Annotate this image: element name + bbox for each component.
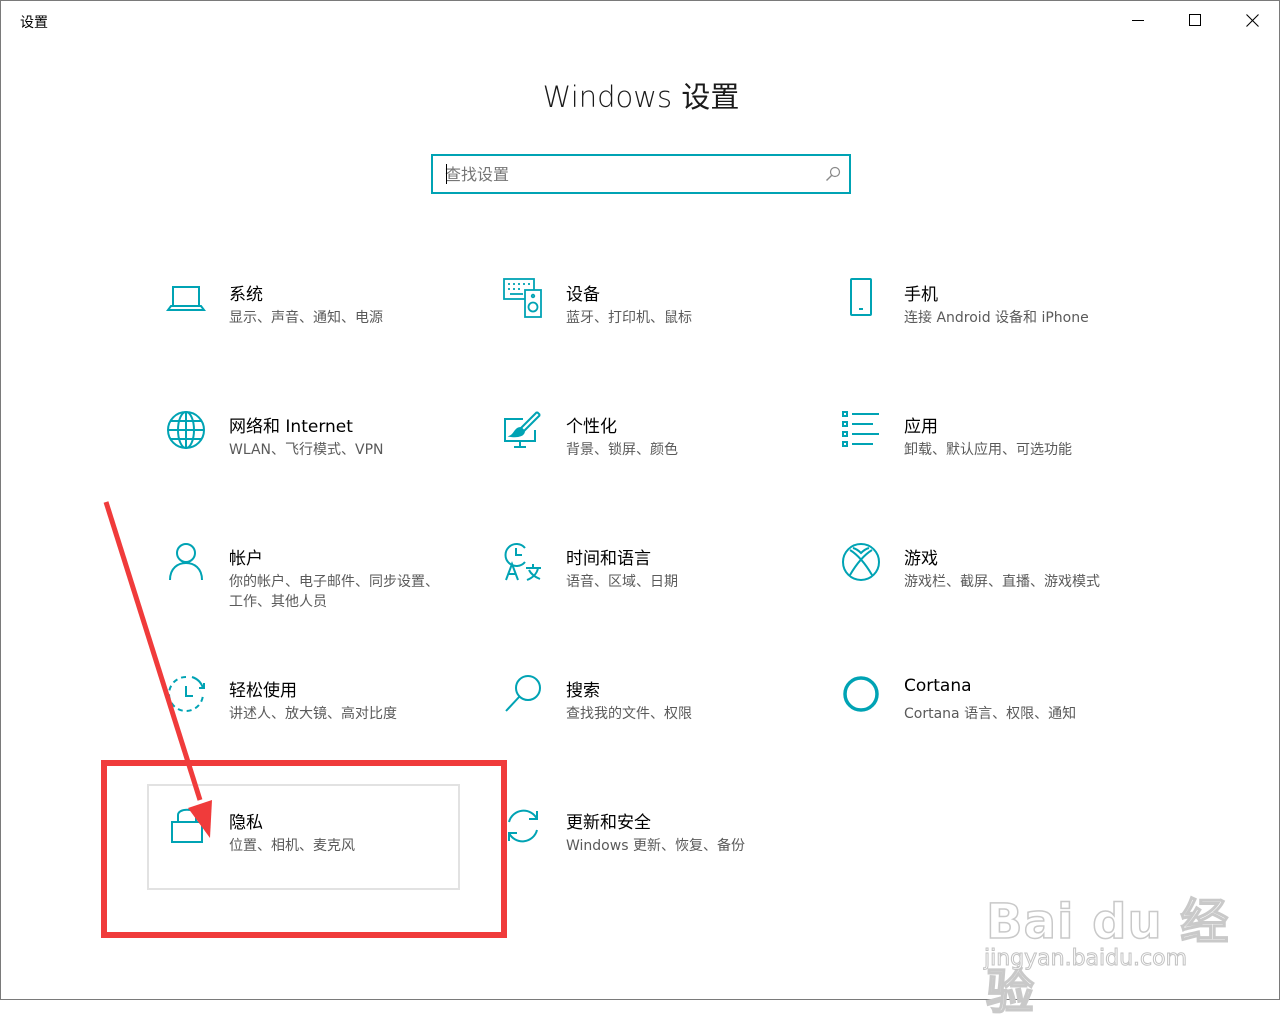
- tile-name: Cortana: [904, 676, 972, 696]
- tile-description: 讲述人、放大镜、高对比度: [229, 706, 397, 722]
- tile-search[interactable]: 搜索 查找我的文件、权限: [486, 652, 816, 762]
- lock-icon: [171, 808, 203, 843]
- maximize-button[interactable]: [1167, 0, 1223, 40]
- tile-description: 卸载、默认应用、可选功能: [904, 442, 1072, 458]
- tile-name: 应用: [904, 417, 938, 437]
- tile-description: 蓝牙、打印机、鼠标: [566, 310, 692, 326]
- tile-name: 设备: [566, 285, 600, 305]
- search-icon: [826, 166, 841, 181]
- tile-description: 语音、区域、日期: [566, 574, 678, 590]
- tile-name: 更新和安全: [566, 813, 651, 833]
- xbox-icon: [842, 543, 880, 581]
- globe-icon: [167, 411, 205, 449]
- close-icon: [1245, 13, 1259, 27]
- title-bar: 设置: [0, 0, 1282, 40]
- close-button[interactable]: [1224, 0, 1280, 40]
- tile-description: Windows 更新、恢复、备份: [566, 838, 745, 854]
- tile-description: WLAN、飞行模式、VPN: [229, 442, 384, 458]
- cortana-ring-icon: [843, 676, 879, 712]
- tile-description: 你的帐户、电子邮件、同步设置、工作、其他人员: [229, 574, 439, 610]
- tile-description: 查找我的文件、权限: [566, 706, 692, 722]
- tile-apps[interactable]: 应用 卸载、默认应用、可选功能: [824, 388, 1154, 498]
- clock-language-icon: [504, 543, 541, 581]
- tile-name: 系统: [229, 285, 263, 305]
- search-input[interactable]: [445, 156, 815, 192]
- tile-gaming[interactable]: 游戏 游戏栏、截屏、直播、游戏模式: [824, 520, 1154, 630]
- tile-name: 手机: [904, 285, 938, 305]
- tile-description: 连接 Android 设备和 iPhone: [904, 310, 1089, 326]
- tile-system[interactable]: 系统 显示、声音、通知、电源: [149, 256, 479, 366]
- tile-description: 位置、相机、麦克风: [229, 838, 355, 854]
- minimize-button[interactable]: [1110, 0, 1166, 40]
- tile-description: 游戏栏、截屏、直播、游戏模式: [904, 574, 1100, 590]
- tile-cortana[interactable]: Cortana Cortana 语言、权限、通知: [824, 652, 1154, 762]
- laptop-icon: [166, 286, 206, 311]
- tile-description: 背景、锁屏、颜色: [566, 442, 678, 458]
- tile-time-language[interactable]: 时间和语言 语音、区域、日期: [486, 520, 816, 630]
- tile-privacy[interactable]: 隐私 位置、相机、麦克风: [147, 784, 460, 890]
- tile-personalization[interactable]: 个性化 背景、锁屏、颜色: [486, 388, 816, 498]
- tile-devices[interactable]: 设备 蓝牙、打印机、鼠标: [486, 256, 816, 366]
- tile-name: 帐户: [229, 549, 263, 569]
- tile-network[interactable]: 网络和 Internet WLAN、飞行模式、VPN: [149, 388, 479, 498]
- tile-update-security[interactable]: 更新和安全 Windows 更新、恢复、备份: [486, 784, 816, 894]
- search-box[interactable]: [431, 154, 851, 194]
- tile-name: 轻松使用: [229, 681, 297, 701]
- tile-name: 时间和语言: [566, 549, 651, 569]
- tile-name: 搜索: [566, 681, 600, 701]
- tile-ease-of-access[interactable]: 轻松使用 讲述人、放大镜、高对比度: [149, 652, 479, 762]
- paint-brush-icon: [504, 411, 541, 448]
- window-title: 设置: [20, 15, 48, 31]
- keyboard-speaker-icon: [503, 278, 542, 318]
- page-title: Windows 设置: [542, 80, 740, 114]
- tile-name: 网络和 Internet: [229, 417, 353, 437]
- phone-icon: [850, 278, 872, 316]
- minimize-icon: [1132, 20, 1144, 21]
- sync-arrows-icon: [508, 809, 538, 843]
- tile-description: 显示、声音、通知、电源: [229, 310, 383, 326]
- tile-description: Cortana 语言、权限、通知: [904, 706, 1077, 722]
- maximize-icon: [1189, 14, 1201, 26]
- person-icon: [169, 543, 203, 581]
- ease-of-access-icon: [168, 676, 205, 712]
- tile-name: 游戏: [904, 549, 938, 569]
- apps-list-icon: [842, 411, 879, 447]
- tile-accounts[interactable]: 帐户 你的帐户、电子邮件、同步设置、工作、其他人员: [149, 520, 479, 630]
- tile-name: 个性化: [566, 417, 617, 437]
- magnifier-icon: [505, 675, 541, 712]
- tile-name: 隐私: [229, 813, 263, 833]
- tile-phone[interactable]: 手机 连接 Android 设备和 iPhone: [824, 256, 1154, 366]
- text-caret: [446, 164, 447, 184]
